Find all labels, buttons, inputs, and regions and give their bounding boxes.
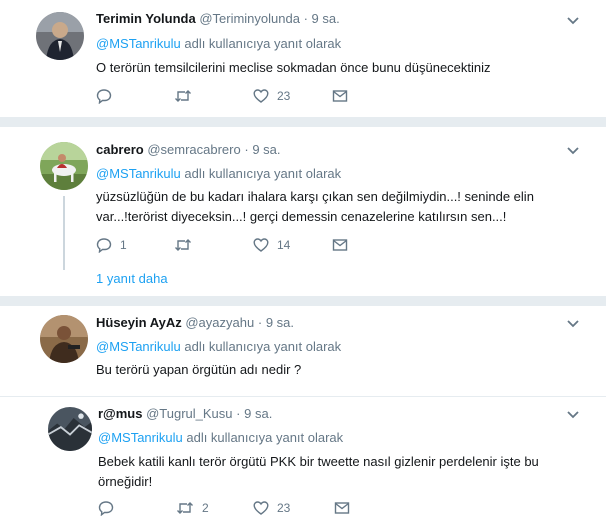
timestamp[interactable]: 9 sa. [252, 142, 280, 157]
separator-dot: · [236, 406, 241, 421]
reply-mention-link[interactable]: @MSTanrikulu [98, 430, 183, 445]
display-name[interactable]: Hüseyin AyAz [96, 315, 182, 330]
user-handle[interactable]: @Teriminyolunda [199, 11, 300, 26]
display-name[interactable]: Terimin Yolunda [96, 11, 196, 26]
avatar[interactable] [36, 12, 84, 60]
reply-button[interactable] [96, 86, 120, 106]
avatar[interactable] [40, 315, 88, 363]
like-button[interactable]: 23 [253, 86, 290, 106]
avatar-image [36, 12, 84, 60]
retweet-button[interactable]: 2 [176, 498, 209, 518]
retweet-icon [175, 239, 191, 251]
reply-mention-link[interactable]: @MSTanrikulu [96, 339, 181, 354]
separator-dot: · [244, 142, 249, 157]
retweet-icon [175, 90, 191, 102]
tweet-text: yüzsüzlüğün de bu kadarı ihalara karşı ç… [96, 187, 576, 227]
tweet-text: Bebek katili kanlı terör örgütü PKK bir … [98, 452, 578, 492]
timestamp[interactable]: 9 sa. [244, 406, 272, 421]
reply-context-text: adlı kullanıcıya yanıt olarak [184, 166, 342, 181]
direct-message-button[interactable] [332, 235, 348, 255]
tweet-1[interactable]: Terimin Yolunda @Teriminyolunda · 9 sa. … [0, 0, 606, 115]
heart-icon [253, 89, 269, 103]
tweet-text-line: var...!terörist diyeceksin...! gerçi dem… [96, 209, 507, 224]
reply-count: 1 [120, 238, 127, 252]
reply-button[interactable]: 1 [96, 235, 127, 255]
like-button[interactable]: 23 [253, 498, 290, 518]
reply-mention-link[interactable]: @MSTanrikulu [96, 36, 181, 51]
avatar[interactable] [48, 407, 92, 451]
like-count: 14 [277, 238, 291, 252]
retweet-button[interactable] [174, 86, 200, 106]
reply-context-text: adlı kullanıcıya yanıt olarak [184, 339, 342, 354]
display-name[interactable]: r@mus [98, 406, 142, 421]
separator-dot: · [303, 11, 308, 26]
display-name[interactable]: cabrero [96, 142, 144, 157]
reply-icon [96, 238, 112, 253]
heart-icon [253, 501, 269, 515]
reply-icon [98, 501, 114, 516]
tweet-2[interactable]: cabrero @semracabrero · 9 sa. @MSTanriku… [0, 127, 606, 297]
tweet-actions: 1 14 [96, 235, 356, 255]
chevron-down-icon[interactable] [566, 319, 580, 329]
tweet-text-line: örneğidir! [98, 474, 153, 489]
direct-message-button[interactable] [334, 498, 350, 518]
retweet-icon [177, 502, 193, 514]
user-handle[interactable]: @ayazyahu [185, 315, 254, 330]
heart-icon [253, 238, 269, 252]
timestamp[interactable]: 9 sa. [312, 11, 340, 26]
conversation-separator [0, 296, 606, 306]
conversation-separator [0, 117, 606, 127]
tweet-actions: 23 [96, 86, 356, 106]
reply-context-text: adlı kullanıcıya yanıt olarak [186, 430, 344, 445]
separator-dot: · [257, 315, 263, 330]
tweet-text-line: Bebek katili kanlı terör örgütü PKK bir … [98, 454, 539, 469]
like-count: 23 [277, 501, 291, 515]
show-more-replies-link[interactable]: 1 yanıt daha [96, 271, 168, 286]
avatar[interactable] [40, 142, 88, 190]
avatar-image [48, 407, 92, 451]
envelope-icon [332, 90, 348, 102]
avatar-image [40, 315, 88, 363]
envelope-icon [332, 239, 348, 251]
envelope-icon [334, 502, 350, 514]
thread-line [63, 196, 65, 270]
reply-mention-link[interactable]: @MSTanrikulu [96, 166, 181, 181]
user-handle[interactable]: @Tugrul_Kusu [146, 406, 232, 421]
like-count: 23 [277, 89, 291, 103]
tweet-actions: 2 23 [98, 498, 358, 518]
like-button[interactable]: 14 [253, 235, 290, 255]
retweet-button[interactable] [174, 235, 200, 255]
tweet-text: O terörün temsilcilerini meclise sokmada… [96, 60, 491, 75]
tweet-3[interactable]: Hüseyin AyAz @ayazyahu · 9 sa. @MSTanrik… [0, 306, 606, 398]
chevron-down-icon[interactable] [566, 410, 580, 420]
avatar-image [40, 142, 88, 190]
retweet-count: 2 [202, 501, 209, 515]
reply-button[interactable] [98, 498, 122, 518]
timestamp[interactable]: 9 sa. [266, 315, 294, 330]
chevron-down-icon[interactable] [566, 146, 580, 156]
reply-context-text: adlı kullanıcıya yanıt olarak [184, 36, 342, 51]
direct-message-button[interactable] [332, 86, 348, 106]
tweet-text-line: yüzsüzlüğün de bu kadarı ihalara karşı ç… [96, 189, 534, 204]
user-handle[interactable]: @semracabrero [147, 142, 240, 157]
reply-icon [96, 89, 112, 104]
tweet-text: Bu terörü yapan örgütün adı nedir ? [96, 362, 302, 377]
chevron-down-icon[interactable] [566, 16, 580, 26]
tweet-4[interactable]: r@mus @Tugrul_Kusu · 9 sa. @MSTanrikulu … [0, 397, 606, 522]
